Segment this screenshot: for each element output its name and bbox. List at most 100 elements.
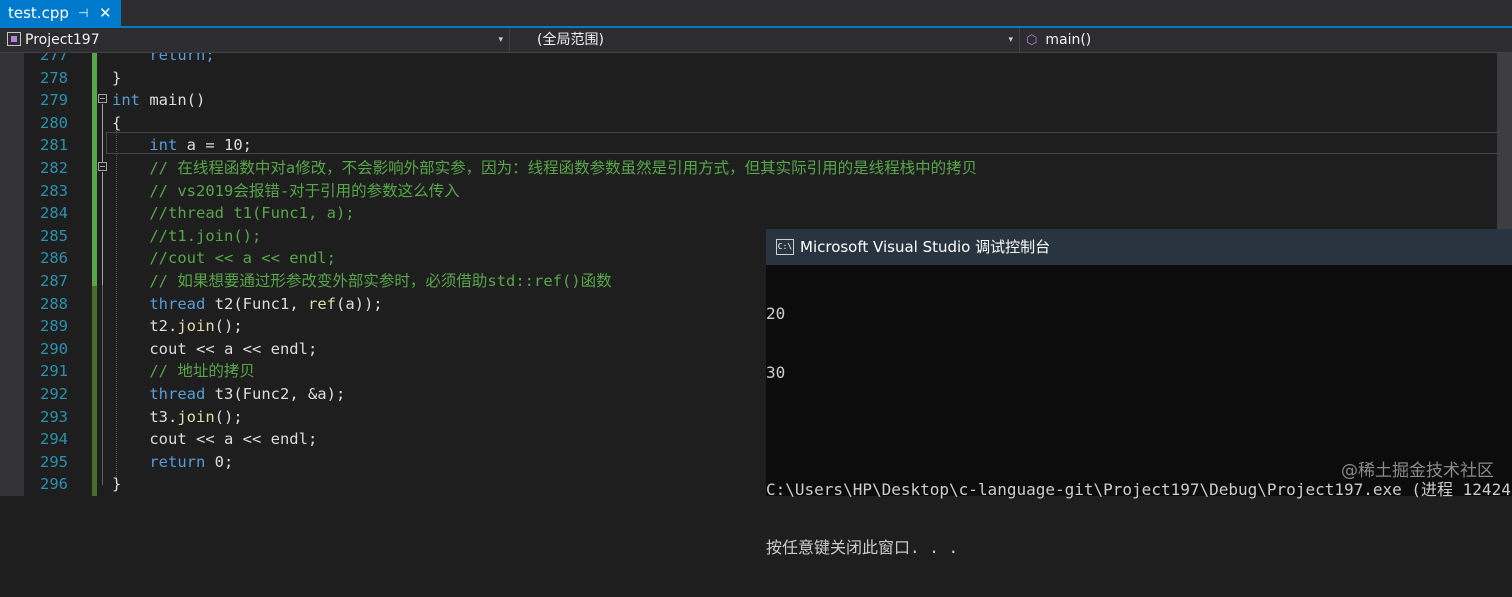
tab-bar: test.cpp ⊣ ✕ (0, 0, 1512, 28)
pin-icon[interactable]: ⊣ (78, 0, 88, 26)
line-number: 288 (40, 294, 68, 313)
line-number: 294 (40, 430, 68, 449)
line-number: 286 (40, 249, 68, 268)
code-token: t2(Func1, (205, 294, 308, 313)
console-title: Microsoft Visual Studio 调试控制台 (800, 238, 1051, 256)
code-token: join (177, 407, 215, 426)
code-token: // vs2019会报错-对于引用的参数这么传入 (112, 181, 460, 200)
code-token: return (149, 452, 206, 471)
vertical-scrollbar[interactable] (1497, 53, 1512, 229)
code-text: int main() (112, 89, 205, 112)
code-token: } (112, 68, 122, 87)
watermark: @稀土掘金技术社区 (1341, 461, 1494, 481)
line-number: 292 (40, 385, 68, 403)
scope-dropdown[interactable]: (全局范围) ▾ (510, 28, 1020, 52)
code-token: (); (214, 317, 243, 336)
code-text: cout << a << endl; (112, 428, 317, 451)
code-line[interactable]: 283 // vs2019会报错-对于引用的参数这么传入 (0, 180, 1512, 203)
line-number: 289 (40, 317, 68, 336)
line-number: 296 (40, 475, 68, 494)
code-token: ref (307, 294, 336, 313)
chevron-down-icon: ▾ (1008, 35, 1013, 45)
console-line: 20 (766, 304, 786, 323)
code-text: } (112, 473, 121, 496)
line-number: 278 (40, 68, 68, 87)
code-line[interactable]: 279 int main() (0, 89, 1512, 112)
code-token: return; (112, 53, 215, 64)
code-token: thread (149, 294, 206, 313)
method-icon: ⬡ (1026, 33, 1038, 48)
console-output: 20 30 ​ C:\Users\HP\Desktop\c-language-g… (766, 265, 1512, 597)
code-text: thread t3(Func2, &a); (112, 383, 345, 406)
chevron-down-icon: ▾ (498, 35, 503, 45)
line-number: 284 (40, 204, 68, 223)
code-line[interactable]: 281 int a = 10; (0, 134, 1512, 157)
code-token: thread (149, 385, 206, 403)
scope-label: (全局范围) (537, 32, 604, 48)
code-text: thread t2(Func1, ref(a)); (112, 293, 382, 316)
console-line: ​ (766, 421, 1512, 441)
code-line[interactable]: 284 //thread t1(Func1, a); (0, 202, 1512, 225)
line-number: 279 (40, 91, 68, 110)
code-line[interactable]: 277 return; (0, 53, 1512, 67)
code-text: // vs2019会报错-对于引用的参数这么传入 (112, 180, 460, 203)
console-line: 30 (766, 362, 786, 382)
code-text: cout << a << endl; (112, 338, 317, 361)
code-text: // 如果想要通过形参改变外部实参时，必须借助std::ref()函数 (112, 270, 612, 293)
line-number: 287 (40, 272, 68, 290)
code-token: 0; (205, 452, 234, 471)
project-label: Project197 (25, 32, 100, 48)
console-titlebar[interactable]: C:\ Microsoft Visual Studio 调试控制台 (766, 229, 1512, 265)
line-number: 295 (40, 452, 68, 471)
code-text: return; (112, 53, 215, 67)
code-token: // 在线程函数中对a修改，不会影响外部实参，因为：线程函数参数虽然是引用方式，… (112, 159, 978, 177)
code-text: return 0; (112, 451, 233, 474)
code-text: t2.join(); (112, 315, 243, 338)
code-text: // 地址的拷贝 (112, 360, 255, 383)
code-token: //thread t1(Func1, a); (112, 204, 355, 223)
code-token: a = 10; (177, 136, 252, 155)
member-dropdown[interactable]: ⬡ main() (1020, 28, 1512, 52)
code-token: t3(Func2, &a); (205, 385, 346, 403)
code-token: // 如果想要通过形参改变外部实参时，必须借助std::ref()函数 (112, 272, 612, 290)
code-line[interactable]: 278} (0, 67, 1512, 90)
code-token: join (177, 317, 215, 336)
navigation-bar: Project197 ▾ (全局范围) ▾ ⬡ main() (0, 28, 1512, 53)
line-number: 285 (40, 226, 68, 245)
line-number: 291 (40, 362, 68, 381)
project-icon (7, 32, 21, 46)
line-number: 282 (40, 159, 68, 177)
code-text: t3.join(); (112, 406, 243, 429)
code-line[interactable]: 280 { (0, 112, 1512, 135)
code-token: //cout << a << endl; (112, 249, 336, 268)
code-token: } (112, 475, 122, 494)
code-token: { (112, 113, 122, 132)
console-line: C:\Users\HP\Desktop\c-language-git\Proje… (766, 479, 1511, 499)
line-number: 280 (40, 113, 68, 132)
code-text: // 在线程函数中对a修改，不会影响外部实参，因为：线程函数参数虽然是引用方式，… (112, 157, 977, 180)
code-text: int a = 10; (112, 134, 252, 157)
code-token: // 地址的拷贝 (112, 362, 255, 381)
code-line[interactable]: 282 // 在线程函数中对a修改，不会影响外部实参，因为：线程函数参数虽然是引… (0, 157, 1512, 180)
line-number: 283 (40, 181, 68, 200)
code-token: cout << a << endl; (112, 339, 318, 358)
project-dropdown[interactable]: Project197 ▾ (0, 28, 510, 52)
tab-test-cpp[interactable]: test.cpp ⊣ ✕ (0, 0, 121, 26)
line-number: 293 (40, 407, 68, 426)
close-icon[interactable]: ✕ (99, 0, 112, 26)
code-token: t2. (112, 317, 178, 336)
code-text: //thread t1(Func1, a); (112, 202, 355, 225)
console-line: 按任意键关闭此窗口. . . (766, 538, 959, 557)
code-token: int (149, 136, 178, 155)
code-token: //t1.join(); (112, 226, 262, 245)
tab-title: test.cpp (8, 4, 69, 22)
code-token: (); (214, 407, 243, 426)
member-label: main() (1045, 32, 1092, 48)
line-number: 277 (40, 53, 68, 64)
code-token: main() (140, 91, 206, 110)
line-number: 281 (40, 136, 68, 155)
console-icon: C:\ (776, 239, 794, 255)
